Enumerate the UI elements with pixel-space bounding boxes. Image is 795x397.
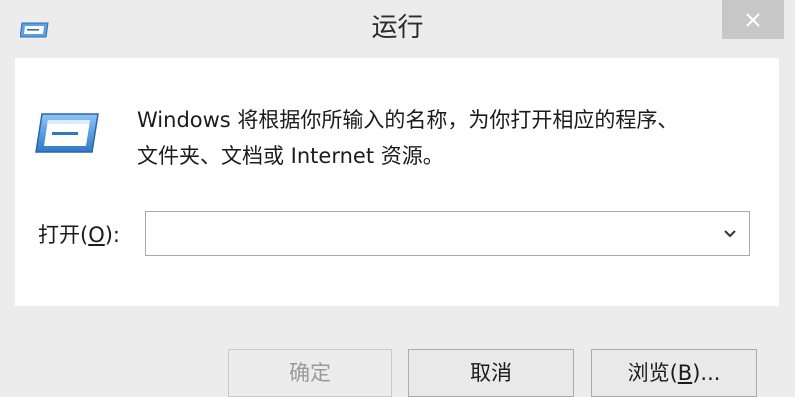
browse-label-prefix: 浏览(	[627, 361, 678, 385]
run-icon	[35, 113, 99, 153]
description-text: Windows 将根据你所输入的名称，为你打开相应的程序、 文件夹、文档或 In…	[137, 102, 757, 174]
open-input[interactable]	[152, 218, 716, 252]
open-label: 打开(O):	[38, 218, 120, 252]
title-bar[interactable]: 运行	[0, 0, 795, 58]
browse-label-suffix: )...	[692, 361, 721, 385]
close-button[interactable]	[722, 0, 784, 39]
browse-button[interactable]: 浏览(B)...	[591, 349, 757, 397]
ok-button[interactable]: 确定	[228, 349, 392, 397]
window-title: 运行	[371, 13, 424, 43]
cancel-button[interactable]: 取消	[408, 349, 574, 397]
open-combobox[interactable]	[145, 211, 750, 256]
open-label-prefix: 打开(	[38, 223, 89, 247]
dropdown-arrow-button[interactable]	[715, 212, 745, 255]
chevron-down-icon	[724, 229, 736, 237]
description-line-2: 文件夹、文档或 Internet 资源。	[137, 144, 444, 168]
run-dialog: 运行 Windows 将根据你所输入的名称，为你打开相应的程序、 文件夹、文档或…	[0, 0, 795, 397]
close-icon	[746, 12, 760, 27]
open-label-suffix: ):	[104, 223, 121, 247]
description-line-1: Windows 将根据你所输入的名称，为你打开相应的程序、	[137, 108, 679, 132]
open-label-mnemonic: O	[88, 223, 105, 247]
browse-label-mnemonic: B	[677, 361, 693, 385]
content-panel	[15, 58, 779, 306]
